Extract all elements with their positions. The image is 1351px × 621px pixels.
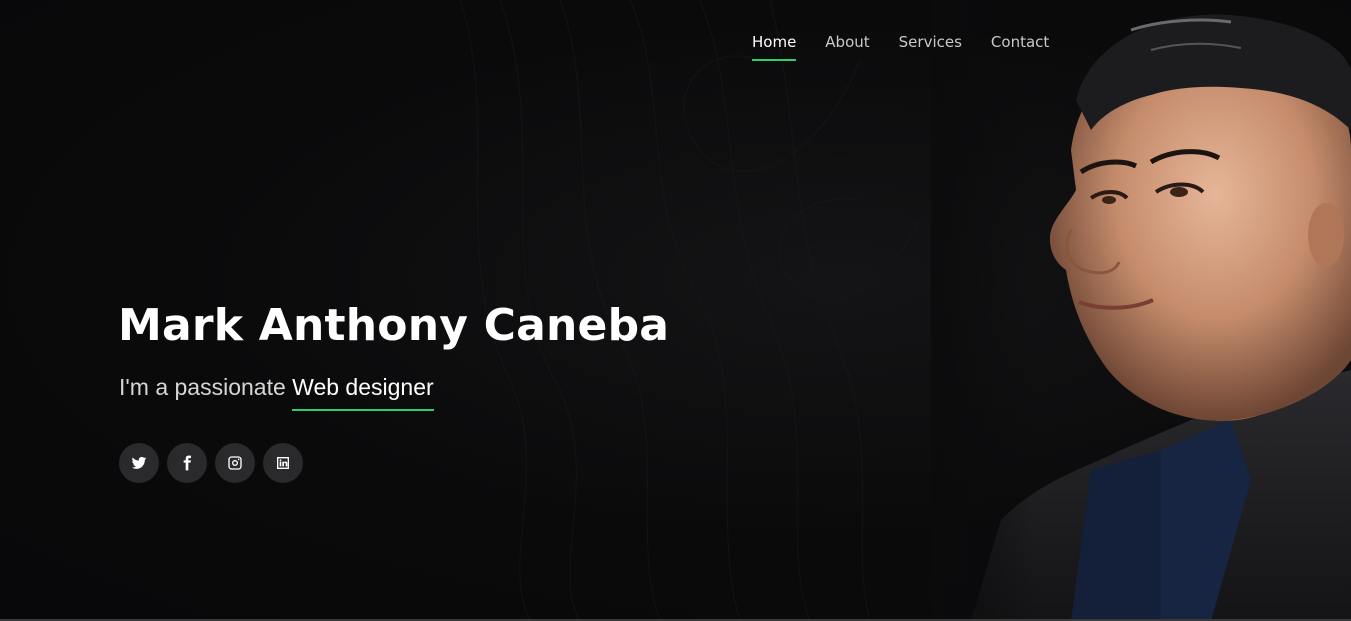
portrait-image [931,0,1351,621]
nav-about[interactable]: About [825,33,869,57]
social-links [119,443,303,483]
linkedin-button[interactable] [263,443,303,483]
instagram-icon [228,456,242,470]
nav-contact[interactable]: Contact [991,33,1049,57]
facebook-icon [183,455,191,471]
linkedin-icon [277,457,289,469]
facebook-button[interactable] [167,443,207,483]
main-nav: Home About Services Contact [752,33,1078,61]
tagline-prefix: I'm a passionate [119,374,293,400]
tagline-role: Web designer [292,374,434,411]
hero-name: Mark Anthony Caneba [118,300,670,351]
nav-home[interactable]: Home [752,33,797,61]
instagram-button[interactable] [215,443,255,483]
hero-section: Home About Services Contact Mark Anthony… [0,0,1351,621]
twitter-icon [131,456,147,469]
twitter-button[interactable] [119,443,159,483]
nav-services[interactable]: Services [899,33,962,57]
hero-tagline: I'm a passionate Web designer [119,374,434,411]
